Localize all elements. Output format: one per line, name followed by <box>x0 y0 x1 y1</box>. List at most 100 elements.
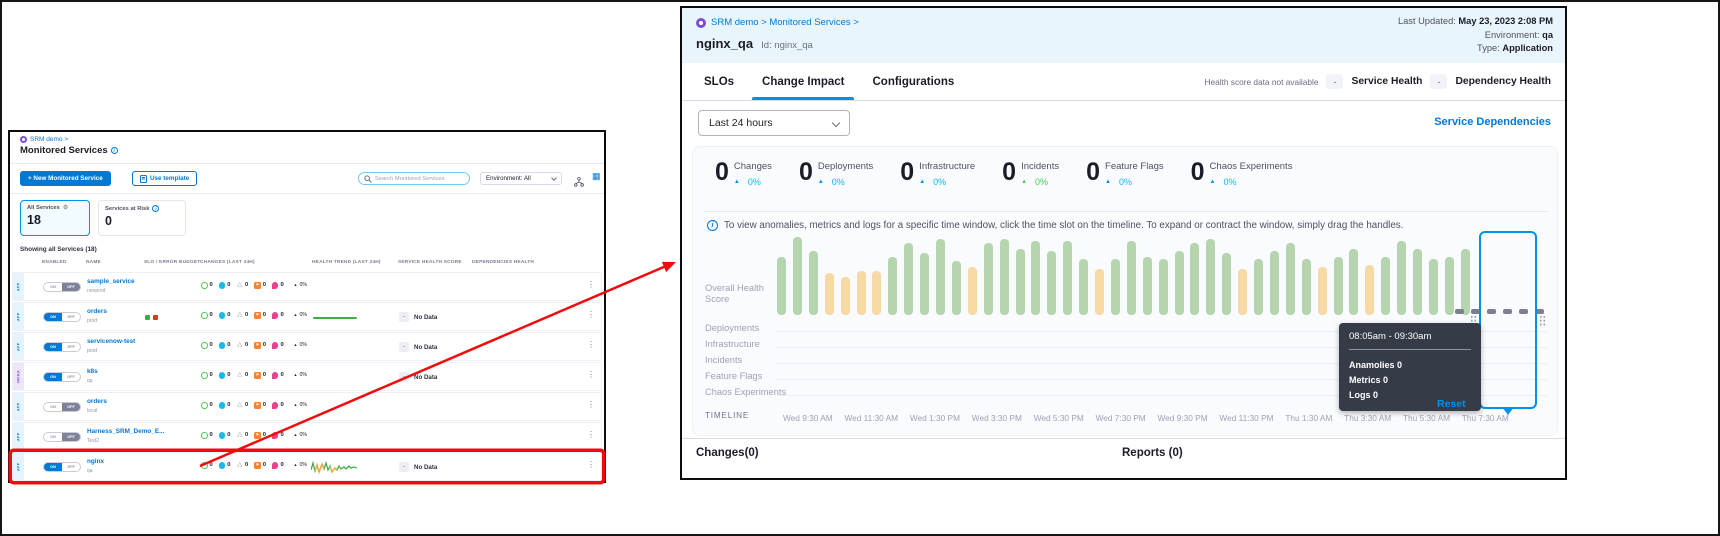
health-bar[interactable] <box>1445 257 1454 315</box>
health-bar[interactable] <box>1365 265 1374 315</box>
stat-value: 0 <box>715 159 729 187</box>
no-data-label: No Data <box>414 464 437 471</box>
health-bar[interactable] <box>1334 257 1343 315</box>
service-name-link[interactable]: orders <box>87 398 107 405</box>
timeline-tick-label: Wed 9:30 AM <box>783 413 833 423</box>
row-menu-icon[interactable]: ⋮ <box>587 340 595 349</box>
health-bar[interactable] <box>793 237 802 315</box>
table-row-servicenow-test[interactable]: APPONOFFservicenow-testprod00△0⚑00▲0%-No… <box>12 332 602 361</box>
health-bar[interactable] <box>1254 259 1263 315</box>
row-menu-icon[interactable]: ⋮ <box>587 310 595 319</box>
tab-configurations[interactable]: Configurations <box>872 63 954 100</box>
row-menu-icon[interactable]: ⋮ <box>587 430 595 439</box>
health-bar[interactable] <box>984 243 993 315</box>
health-bar[interactable] <box>1461 249 1470 315</box>
health-bar[interactable] <box>904 243 913 315</box>
health-bar[interactable] <box>825 273 834 315</box>
health-bar[interactable] <box>1143 257 1152 315</box>
health-bar[interactable] <box>1031 241 1040 315</box>
health-bar[interactable] <box>1111 259 1120 315</box>
stat-delta: ▲0% <box>1105 177 1164 187</box>
service-enabled-toggle[interactable]: ONOFF <box>43 462 81 472</box>
health-bar[interactable] <box>1079 259 1088 315</box>
health-bar[interactable] <box>1175 251 1184 315</box>
health-bar[interactable] <box>968 267 977 315</box>
health-bar[interactable] <box>1302 259 1311 315</box>
time-window-selection[interactable] <box>1479 231 1537 409</box>
health-bar[interactable] <box>1238 269 1247 315</box>
stat-changes: 0Changes▲0% <box>715 159 772 187</box>
health-bar[interactable] <box>1381 257 1390 315</box>
change-count: 0 <box>280 432 283 438</box>
health-bar[interactable] <box>841 277 850 315</box>
health-bar[interactable] <box>1206 239 1215 315</box>
service-name-link[interactable]: nginx <box>87 458 104 465</box>
bottom-tab-reports-0-[interactable]: Reports (0) <box>1122 447 1183 459</box>
service-enabled-toggle[interactable]: ONOFF <box>43 312 81 322</box>
service-name-link[interactable]: servicenow-test <box>87 338 135 345</box>
health-bar[interactable] <box>920 253 929 315</box>
health-bar[interactable] <box>1047 251 1056 315</box>
slo-error-budget-cells <box>145 315 158 320</box>
health-bar[interactable] <box>1016 249 1025 315</box>
service-name-link[interactable]: Harness_SRM_Demo_E... <box>87 428 164 435</box>
table-row-orders[interactable]: APPONOFFordersprod00△0⚑00▲0%-No Data⋮ <box>12 302 602 331</box>
table-row-orders[interactable]: APPONOFForderslocal00△0⚑00▲0%⋮ <box>12 392 602 421</box>
health-bar[interactable] <box>1286 243 1295 315</box>
toggle-off-label: OFF <box>62 313 80 321</box>
health-bar[interactable] <box>1413 249 1422 315</box>
table-row-harness-srm-demo-e-[interactable]: APPONOFFHarness_SRM_Demo_E...Test200△0⚑0… <box>12 422 602 451</box>
health-bar[interactable] <box>1270 251 1279 315</box>
breadcrumb-text[interactable]: SRM demo > Monitored Services > <box>711 17 859 28</box>
stat-infrastructure: 0Infrastructure▲0% <box>900 159 975 187</box>
tab-change-impact[interactable]: Change Impact <box>762 63 844 100</box>
change-count-group: 0 <box>219 402 231 409</box>
health-bar[interactable] <box>1349 249 1358 315</box>
health-bar[interactable] <box>1063 241 1072 315</box>
reset-link[interactable]: Reset <box>1437 398 1466 410</box>
health-bar[interactable] <box>1000 239 1009 315</box>
divider <box>703 211 1547 212</box>
change-count-group: ⚑0 <box>254 342 266 349</box>
service-enabled-toggle[interactable]: ONOFF <box>43 372 81 382</box>
time-range-select[interactable]: Last 24 hours <box>698 110 850 136</box>
bottom-tab-changes-0-[interactable]: Changes(0) <box>696 447 759 459</box>
service-enabled-toggle[interactable]: ONOFF <box>43 402 81 412</box>
health-bar[interactable] <box>1429 259 1438 315</box>
service-enabled-toggle[interactable]: ONOFF <box>43 342 81 352</box>
health-bar[interactable] <box>777 257 786 315</box>
service-enabled-toggle[interactable]: ONOFF <box>43 282 81 292</box>
health-bar[interactable] <box>857 271 866 315</box>
row-menu-icon[interactable]: ⋮ <box>587 280 595 289</box>
health-bar[interactable] <box>1190 243 1199 315</box>
service-name-link[interactable]: orders <box>87 308 107 315</box>
service-dependencies-link[interactable]: Service Dependencies <box>1434 116 1551 128</box>
health-bar[interactable] <box>936 239 945 315</box>
row-menu-icon[interactable]: ⋮ <box>587 370 595 379</box>
health-bar[interactable] <box>952 261 961 315</box>
health-bar[interactable] <box>1318 267 1327 315</box>
health-bar[interactable] <box>1222 253 1231 315</box>
service-name-link[interactable]: sample_service <box>87 278 135 285</box>
chaos-experiments-icon <box>272 312 279 319</box>
table-row-nginx[interactable]: APPONOFFnginxqa00△0⚑00▲0% -No Data⋮ <box>12 452 602 481</box>
service-name-link[interactable]: k8s <box>87 368 98 375</box>
health-delta: ▲0% <box>294 372 307 378</box>
table-row-k8s[interactable]: INFRAONOFFk8sqa00△0⚑00▲0%-No Data⋮ <box>12 362 602 391</box>
row-menu-icon[interactable]: ⋮ <box>587 400 595 409</box>
health-bar[interactable] <box>1397 241 1406 315</box>
health-bar[interactable] <box>888 257 897 315</box>
health-banner: Health score data not available - Servic… <box>1205 63 1551 100</box>
table-row-sample-service[interactable]: APPONOFFsample_servicenonprod00△0⚑00▲0%⋮ <box>12 272 602 301</box>
health-bar[interactable] <box>1127 241 1136 315</box>
breadcrumb[interactable]: SRM demo > Monitored Services > <box>696 17 859 28</box>
row-menu-icon[interactable]: ⋮ <box>587 460 595 469</box>
health-bar[interactable] <box>809 251 818 315</box>
drag-handle-right-icon[interactable] <box>1539 315 1546 326</box>
health-bar[interactable] <box>872 271 881 315</box>
lane-label-infrastructure: Infrastructure <box>705 339 760 349</box>
service-enabled-toggle[interactable]: ONOFF <box>43 432 81 442</box>
health-bar[interactable] <box>1159 259 1168 315</box>
tab-slos[interactable]: SLOs <box>704 63 734 100</box>
health-bar[interactable] <box>1095 269 1104 315</box>
